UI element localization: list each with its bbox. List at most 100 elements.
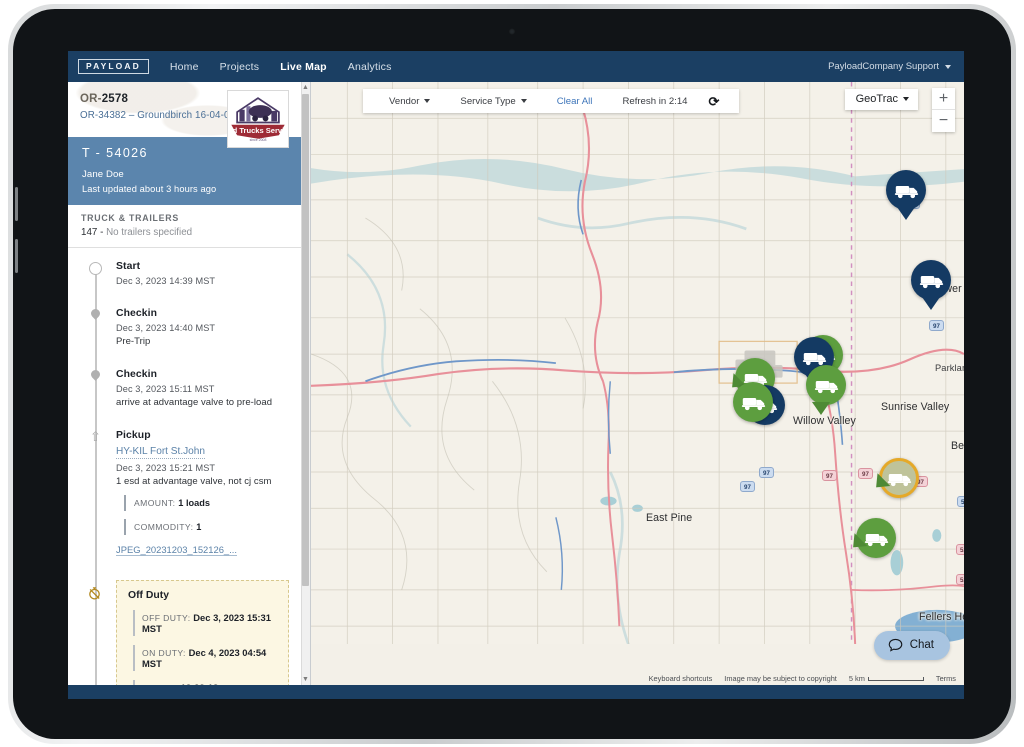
- timeline-time: Dec 3, 2023 14:40 MST: [116, 323, 216, 333]
- route-shield-52: 52: [956, 544, 964, 555]
- scroll-up-icon[interactable]: ▲: [302, 82, 309, 93]
- truck-marker-west-c[interactable]: [733, 382, 773, 422]
- truck-marker-cluster-c[interactable]: [806, 365, 846, 415]
- pickup-location-link[interactable]: HY-KIL Fort St.John: [116, 446, 206, 459]
- chat-bubble-icon: [888, 638, 903, 652]
- on-duty-row: ON DUTY: Dec 4, 2023 04:54 MST: [133, 645, 277, 671]
- attachment-link[interactable]: JPEG_20231203_152126_...: [116, 544, 237, 556]
- marker-disc: [733, 382, 773, 422]
- map-attribution-bar: Keyboard shortcuts Image may be subject …: [311, 672, 964, 685]
- truck-icon: [802, 352, 826, 365]
- scroll-down-icon[interactable]: ▼: [302, 674, 309, 685]
- timeline-title: Checkin: [116, 369, 158, 380]
- logo-sub: since 2008: [250, 138, 267, 142]
- truck-icon: [864, 533, 888, 546]
- scrollbar-thumb[interactable]: [302, 94, 309, 586]
- truck-marker-selected[interactable]: [869, 458, 919, 498]
- truck-marker-top-hidden[interactable]: [886, 170, 926, 220]
- truck-icon: [919, 275, 943, 288]
- hours-label: HOURS:: [142, 683, 178, 685]
- payload-logo[interactable]: PAYLOAD: [78, 58, 149, 75]
- account-menu[interactable]: PayloadCompany Support: [828, 61, 951, 72]
- truck-marker-tower-lake[interactable]: [911, 260, 951, 310]
- front-camera-icon: [508, 28, 516, 35]
- pickup-commodity-row: COMMODITY: 1: [124, 519, 289, 535]
- hours-row: HOURS: 13:23:18: [133, 680, 277, 685]
- map-filter-toolbar: Vendor Service Type Clear All Refresh in…: [363, 89, 740, 113]
- keyboard-shortcuts-link[interactable]: Keyboard shortcuts: [649, 674, 713, 683]
- map-zoom-controls: + −: [932, 88, 955, 132]
- tablet-frame: PAYLOAD Home Projects Live Map Analytics…: [8, 4, 1016, 744]
- order-header: OR-2578 OR-34382 – Groundbirch 16-04-080…: [68, 82, 301, 148]
- commodity-label: COMMODITY:: [134, 522, 194, 532]
- nav-link-projects[interactable]: Projects: [220, 61, 260, 73]
- map-label-fellers-heights: Fellers Heights: [919, 611, 964, 623]
- truck-marker-south[interactable]: [846, 518, 896, 558]
- timeline-item-checkin-1[interactable]: Checkin Dec 3, 2023 14:40 MST Pre-Trip: [80, 307, 289, 347]
- top-navigation-bar: PAYLOAD Home Projects Live Map Analytics…: [68, 51, 964, 82]
- account-label: PayloadCompany Support: [828, 61, 939, 72]
- circle-start-icon: [89, 262, 102, 275]
- map-layer-label: GeoTrac: [855, 93, 898, 105]
- terms-link[interactable]: Terms: [936, 674, 956, 683]
- service-type-filter-dropdown[interactable]: Service Type: [445, 96, 541, 107]
- truck-and-trailers-title: TRUCK & TRAILERS: [81, 213, 180, 223]
- chevron-down-icon: [945, 64, 951, 69]
- order-id-number: 2578: [101, 93, 129, 105]
- refresh-countdown-label: Refresh in 2:14: [622, 95, 688, 107]
- timeline-item-off-duty[interactable]: Off Duty OFF DUTY: Dec 3, 2023 15:31 MST…: [80, 580, 289, 685]
- timeline-item-checkin-2[interactable]: Checkin Dec 3, 2023 15:11 MST arrive at …: [80, 368, 289, 408]
- map-label-parkland: Parkland: [935, 363, 964, 373]
- map-label-sunrise-valley: Sunrise Valley: [881, 401, 950, 413]
- fluid-trucks-logo-icon: Fluid Trucks Services since 2008: [229, 97, 287, 142]
- activity-timeline: Start Dec 3, 2023 14:39 MST Checkin Dec …: [68, 248, 301, 685]
- timeline-time: Dec 3, 2023 14:39 MST: [116, 276, 216, 286]
- timeline-item-start[interactable]: Start Dec 3, 2023 14:39 MST: [80, 261, 289, 286]
- timeline-time: Dec 3, 2023 15:11 MST: [116, 384, 215, 394]
- zoom-in-button[interactable]: +: [932, 88, 955, 110]
- pickup-amount-row: AMOUNT: 1 loads: [124, 495, 289, 511]
- app-screen: PAYLOAD Home Projects Live Map Analytics…: [68, 51, 964, 699]
- vendor-logo: Fluid Trucks Services since 2008: [227, 90, 289, 148]
- marker-disc: [911, 260, 951, 300]
- chat-button[interactable]: Chat: [873, 631, 950, 660]
- truck-and-trailers-block: TRUCK & TRAILERS 147 - No trailers speci…: [68, 205, 301, 248]
- scale-bar-graphic: [867, 676, 924, 681]
- arrow-up-icon: ⇧: [90, 429, 101, 444]
- vendor-filter-dropdown[interactable]: Vendor: [374, 96, 445, 107]
- timeline-title: Start: [116, 261, 141, 272]
- pin-icon: [89, 307, 102, 320]
- refresh-icon[interactable]: ⟳: [703, 95, 729, 108]
- route-shield-97: 97: [822, 470, 837, 481]
- main-body: OR-2578 OR-34382 – Groundbirch 16-04-080…: [68, 82, 964, 685]
- volume-down-button[interactable]: [15, 239, 18, 273]
- truck-icon: [894, 185, 918, 198]
- trailer-note: No trailers specified: [106, 227, 193, 238]
- nav-link-home[interactable]: Home: [170, 61, 199, 73]
- tablet-body: PAYLOAD Home Projects Live Map Analytics…: [13, 9, 1011, 739]
- order-id-prefix: OR-: [80, 93, 102, 105]
- marker-tail: [922, 297, 940, 310]
- timeline-item-pickup[interactable]: ⇧ Pickup HY-KIL Fort St.John Dec 3, 2023…: [80, 430, 289, 558]
- zoom-out-button[interactable]: −: [932, 110, 955, 132]
- marker-disc: [856, 518, 896, 558]
- volume-up-button[interactable]: [15, 187, 18, 221]
- nav-link-analytics[interactable]: Analytics: [348, 61, 392, 73]
- live-map[interactable]: Shearer Dale Doe River Valley View Tower…: [311, 82, 964, 685]
- marker-disc: [879, 458, 919, 498]
- last-updated-text: Last updated about 3 hours ago: [82, 184, 217, 194]
- map-layer-selector[interactable]: GeoTrac: [844, 89, 918, 110]
- route-shield-97: 97: [740, 481, 755, 492]
- clear-all-button[interactable]: Clear All: [542, 96, 608, 107]
- truck-number: 147 -: [81, 227, 107, 238]
- driver-name: Jane Doe: [82, 169, 124, 180]
- order-subtitle[interactable]: OR-34382 – Groundbirch 16-04-080-...: [80, 110, 230, 121]
- timeline-time: Dec 3, 2023 15:21 MST: [116, 463, 216, 473]
- timeline-note: arrive at advantage valve to pre-load: [116, 397, 273, 408]
- sidebar-scroll-region: OR-2578 OR-34382 – Groundbirch 16-04-080…: [68, 82, 301, 685]
- timeline-title: Pickup: [116, 430, 151, 441]
- nav-link-live-map[interactable]: Live Map: [280, 61, 327, 73]
- sidebar-scrollbar[interactable]: ▲ ▼: [301, 82, 310, 685]
- truck-icon: [741, 397, 765, 410]
- timeline-note: 1 esd at advantage valve, not cj csm: [116, 476, 272, 487]
